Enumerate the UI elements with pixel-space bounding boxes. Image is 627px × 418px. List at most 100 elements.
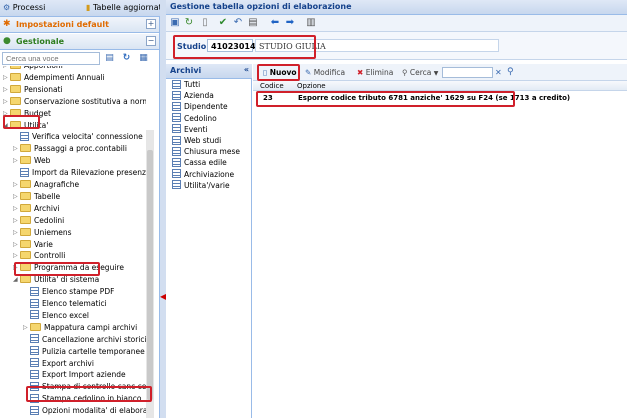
- archivi-item[interactable]: Archiviazione: [172, 169, 235, 180]
- arrow-left-icon[interactable]: ⬅: [269, 17, 281, 29]
- cerca-button[interactable]: ⚲ Cerca ▼: [402, 67, 438, 79]
- folder-icon: [20, 215, 31, 224]
- gestionale-header[interactable]: ● Gestionale −: [0, 34, 159, 50]
- folder-icon: [10, 96, 21, 105]
- twisty-icon[interactable]: ▷: [3, 66, 10, 71]
- collapse-icon[interactable]: −: [146, 36, 156, 46]
- twisty-icon[interactable]: ▷: [13, 191, 20, 202]
- tree-item[interactable]: Export Import aziende: [23, 369, 126, 380]
- highlight-opzioni: [26, 386, 152, 402]
- tree-item[interactable]: Elenco excel: [23, 310, 89, 321]
- highlight-studio: [173, 35, 316, 59]
- twisty-icon[interactable]: ▷: [13, 143, 20, 154]
- modifica-button[interactable]: ✎ Modifica: [305, 67, 345, 79]
- tree-item[interactable]: ▷ Tabelle: [13, 191, 60, 202]
- grid-icon[interactable]: ▦: [137, 52, 150, 65]
- cerca-input[interactable]: [442, 67, 493, 78]
- archivi-item[interactable]: Cedolino: [172, 113, 217, 124]
- tree-item[interactable]: Import da Rilevazione presenze: [13, 167, 146, 178]
- archivi-item[interactable]: Eventi: [172, 124, 208, 135]
- tree-item[interactable]: ▷ Controlli: [13, 250, 65, 261]
- document-icon: [30, 358, 39, 367]
- twisty-icon[interactable]: ▷: [13, 155, 20, 166]
- list-icon: [172, 180, 181, 190]
- tree-item[interactable]: Elenco stampe PDF: [23, 286, 114, 297]
- folder-icon: [20, 239, 31, 248]
- tree-item[interactable]: Export archivi: [23, 358, 94, 369]
- tree-item-label: Verifica velocita' connessione: [32, 132, 143, 142]
- tree-item-label: Archivi: [34, 203, 60, 213]
- twisty-icon[interactable]: ▷: [23, 322, 30, 333]
- tree-scrollbar-thumb[interactable]: [147, 150, 153, 400]
- refresh-icon[interactable]: ↻: [183, 17, 195, 29]
- expand-icon[interactable]: +: [146, 19, 156, 29]
- tree-item[interactable]: ▷ Uniemens: [13, 227, 72, 238]
- list-icon: [172, 90, 181, 100]
- archivi-item-label: Archiviazione: [184, 169, 235, 179]
- list-icon[interactable]: ▤: [103, 52, 116, 65]
- collapse-icon[interactable]: «: [244, 65, 249, 74]
- tree-item[interactable]: ▷ Anagrafiche: [13, 179, 79, 190]
- twisty-icon[interactable]: ▷: [13, 215, 20, 226]
- twisty-icon[interactable]: ▷: [3, 72, 10, 83]
- refresh-icon[interactable]: ↻: [120, 52, 133, 65]
- twisty-icon[interactable]: ▷: [13, 179, 20, 190]
- processi-label: Processi: [12, 3, 46, 12]
- col-opzione[interactable]: Opzione: [297, 81, 326, 91]
- archivi-item[interactable]: Dipendente: [172, 101, 228, 112]
- check-icon[interactable]: ✔: [217, 17, 229, 29]
- archivi-item-label: Chiusura mese: [184, 147, 240, 157]
- trash-icon[interactable]: ▯: [199, 17, 211, 29]
- list-icon: [172, 135, 181, 145]
- twisty-icon[interactable]: ▷: [13, 239, 20, 250]
- user-icon: ●: [3, 36, 11, 46]
- tree-item[interactable]: ▷ Cedolini: [13, 215, 64, 226]
- tree-item[interactable]: Pulizia cartelle temporanee: [23, 346, 145, 357]
- clear-icon[interactable]: ✕: [495, 67, 504, 78]
- twisty-icon[interactable]: ▷: [13, 227, 20, 238]
- arrow-right-icon[interactable]: ➡: [284, 17, 296, 29]
- archivi-item[interactable]: Cassa edile: [172, 157, 227, 168]
- processi-tab[interactable]: ⚙ Processi: [3, 3, 45, 12]
- tree-item[interactable]: ▷ Varie: [13, 239, 53, 250]
- impostazioni-header[interactable]: ✱ Impostazioni default +: [0, 17, 159, 33]
- tree-item[interactable]: ▷ Conservazione sostitutiva a norma: [3, 96, 146, 107]
- tree-item[interactable]: Opzioni modalita' di elaborazione: [23, 405, 146, 416]
- elimina-button[interactable]: ✖ Elimina: [357, 67, 393, 79]
- document-icon: [30, 310, 39, 320]
- search-input[interactable]: [2, 52, 100, 65]
- tree-item[interactable]: ▷ Web: [13, 155, 50, 166]
- tree-item[interactable]: ▷ Archivi: [13, 203, 60, 214]
- archivi-item-label: Web studi: [184, 136, 222, 145]
- tree-item[interactable]: ▷ Passaggi a proc.contabili: [13, 143, 127, 154]
- top-bar: ⚙ Processi ▮ Tabelle aggiornate: [0, 0, 167, 17]
- folder-icon: [20, 144, 31, 153]
- archivi-item[interactable]: Tutti: [172, 79, 200, 90]
- archivi-item[interactable]: Web studi: [172, 135, 222, 146]
- undo-icon[interactable]: ↶: [232, 17, 244, 29]
- folder-icon: [20, 180, 31, 188]
- document-icon[interactable]: ▥: [305, 17, 317, 29]
- twisty-icon[interactable]: ▷: [13, 250, 20, 261]
- tree-item-label: Import da Rilevazione presenze: [32, 168, 146, 178]
- tree-item[interactable]: ▷ Apportioni: [3, 66, 63, 71]
- archivi-item[interactable]: Chiusura mese: [172, 146, 240, 157]
- document-icon: [30, 405, 39, 415]
- tree-item[interactable]: ▷ Pensionati: [3, 84, 63, 95]
- twisty-icon[interactable]: ▷: [3, 96, 10, 107]
- save-icon[interactable]: ▣: [169, 17, 181, 29]
- tree-item[interactable]: Verifica velocita' connessione: [13, 131, 143, 142]
- archivi-item[interactable]: Azienda: [172, 90, 214, 101]
- tree-item[interactable]: ▷ Mappatura campi archivi: [23, 322, 137, 333]
- tabelle-tab[interactable]: ▮ Tabelle aggiornate: [86, 3, 167, 12]
- col-codice[interactable]: Codice: [260, 81, 284, 91]
- document-icon: [30, 286, 39, 296]
- tree-item[interactable]: ▷ Adempimenti Annuali: [3, 72, 105, 83]
- tree-item[interactable]: Elenco telematici: [23, 298, 107, 309]
- twisty-icon[interactable]: ▷: [3, 84, 10, 95]
- archivi-item[interactable]: Utilita'/varie: [172, 180, 230, 191]
- twisty-icon[interactable]: ▷: [13, 203, 20, 214]
- tree-item[interactable]: Cancellazione archivi storici: [23, 334, 146, 345]
- print-icon[interactable]: ▤: [247, 17, 259, 29]
- search-icon[interactable]: ⚲: [507, 67, 517, 78]
